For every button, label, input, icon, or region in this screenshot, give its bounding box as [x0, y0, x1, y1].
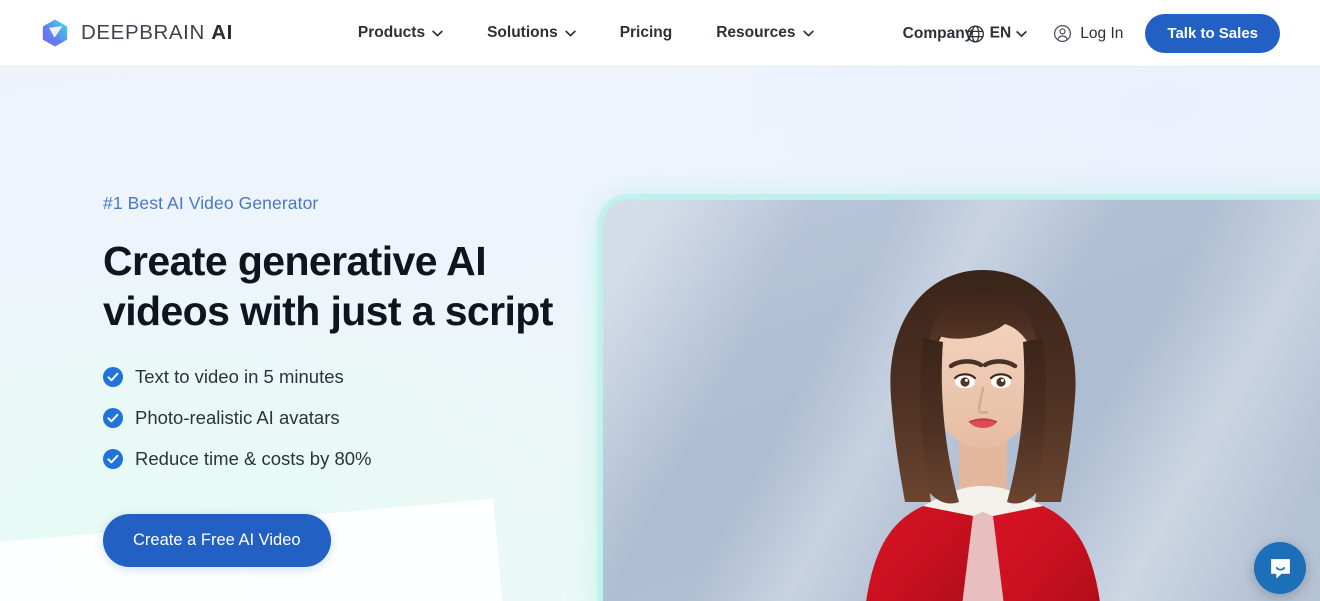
brand-name: DEEPBRAIN AI [81, 21, 233, 44]
check-circle-icon [103, 449, 123, 469]
nav-item-resources[interactable]: Resources [694, 24, 835, 42]
headline-line-1: Create generative AI [103, 238, 487, 284]
language-switcher[interactable]: EN [966, 24, 1028, 43]
nav-label: Solutions [487, 24, 558, 41]
brand-logo[interactable]: DEEPBRAIN AI [40, 18, 233, 48]
user-circle-icon [1053, 24, 1072, 43]
chevron-down-icon [564, 30, 576, 37]
main-nav: Products Solutions Pricing Resources [336, 24, 836, 42]
globe-icon [966, 24, 985, 43]
header-actions: Company EN Log In Talk to Sales [903, 0, 1320, 67]
chat-bubble-icon [1268, 556, 1293, 581]
chevron-down-icon [1016, 30, 1027, 37]
nav-item-company[interactable]: Company [903, 25, 974, 43]
login-label: Log In [1080, 24, 1124, 42]
hero-copy: #1 Best AI Video Generator Create genera… [103, 193, 573, 567]
feature-label: Text to video in 5 minutes [135, 366, 344, 387]
page-title: Create generative AI videos with just a … [103, 236, 573, 336]
check-circle-icon [103, 367, 123, 387]
nav-label: Products [357, 24, 426, 41]
talk-to-sales-button[interactable]: Talk to Sales [1145, 14, 1280, 53]
feature-label: Photo-realistic AI avatars [135, 407, 340, 428]
site-header: DEEPBRAIN AI Products Solutions Pricing … [0, 0, 1320, 67]
hero-video-card[interactable]: AI humans [603, 200, 1320, 601]
check-circle-icon [103, 408, 123, 428]
landing-page: DEEPBRAIN AI Products Solutions Pricing … [0, 0, 1320, 601]
language-label: EN [989, 24, 1012, 42]
nav-item-pricing[interactable]: Pricing [598, 24, 695, 42]
hexagon-gem-logo-icon [40, 18, 70, 48]
list-item: Photo-realistic AI avatars [103, 407, 573, 429]
nav-item-products[interactable]: Products [336, 24, 465, 42]
nav-label: Resources [716, 24, 796, 41]
headline-line-2: videos with just a script [103, 288, 553, 334]
chevron-down-icon [802, 30, 814, 37]
feature-list: Text to video in 5 minutes Photo-realist… [103, 366, 573, 470]
feature-label: Reduce time & costs by 80% [135, 448, 372, 469]
chat-widget-button[interactable] [1254, 542, 1306, 594]
create-free-ai-video-button[interactable]: Create a Free AI Video [103, 514, 331, 567]
hero-eyebrow: #1 Best AI Video Generator [103, 193, 319, 213]
list-item: Text to video in 5 minutes [103, 366, 573, 388]
chevron-down-icon [432, 30, 443, 37]
nav-item-solutions[interactable]: Solutions [465, 24, 598, 42]
login-link[interactable]: Log In [1053, 24, 1123, 43]
company-language-group: Company EN [903, 25, 1027, 43]
nav-label: Pricing [619, 24, 673, 41]
list-item: Reduce time & costs by 80% [103, 448, 573, 470]
